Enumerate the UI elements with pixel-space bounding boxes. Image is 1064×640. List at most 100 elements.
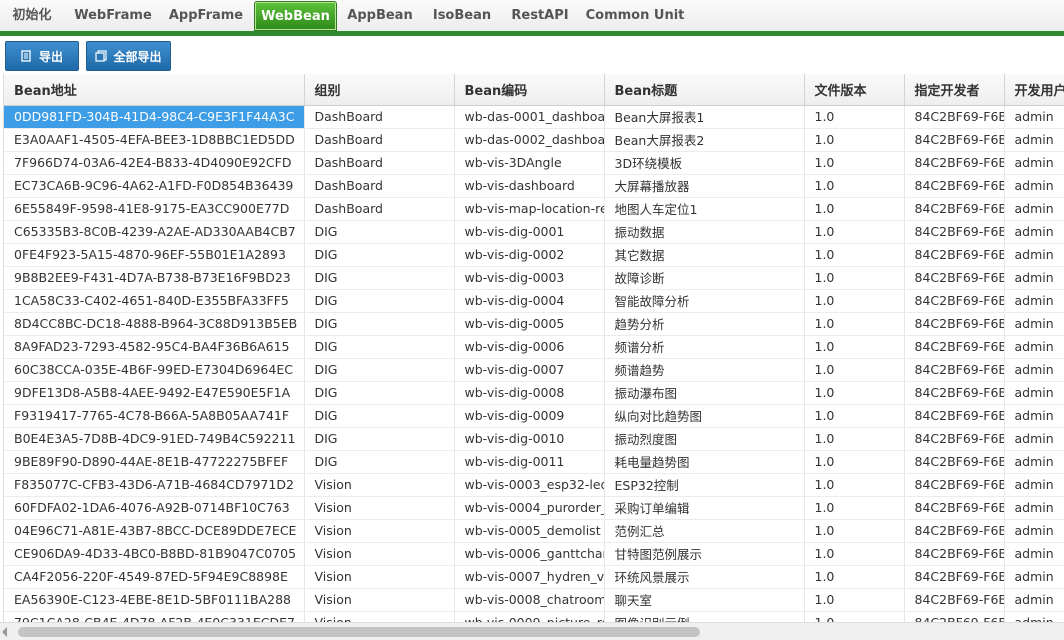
column-header-bean-title[interactable]: Bean标题: [604, 74, 805, 106]
table-row[interactable]: 8D4CC8BC-DC18-4888-B964-3C88D913B5EB DIG w…: [4, 312, 1064, 336]
file-version-cell[interactable]: 1.0: [804, 427, 905, 451]
file-version-cell[interactable]: 1.0: [804, 588, 905, 612]
bean-address-cell[interactable]: 9DFE13D8-A5B8-4AEE-9492-E47E590E5F1A: [4, 381, 305, 405]
table-row[interactable]: 04E96C71-A81E-43B7-8BCC-DCE89DDE7ECE Visi…: [4, 519, 1064, 543]
bean-title-cell[interactable]: Bean大屏报表1: [604, 105, 805, 129]
column-header-dev-user[interactable]: 开发用户: [1004, 74, 1064, 106]
bean-address-cell[interactable]: CA4F2056-220F-4549-87ED-5F94E9C8898E: [4, 565, 305, 589]
bean-address-cell[interactable]: EC73CA6B-9C96-4A62-A1FD-F0D854B36439: [4, 174, 305, 198]
dev-user-cell[interactable]: admin: [1004, 174, 1064, 198]
bean-address-cell[interactable]: 8A9FAD23-7293-4582-95C4-BA4F36B6A615: [4, 335, 305, 359]
group-cell[interactable]: DIG: [304, 450, 455, 474]
developer-cell[interactable]: 84C2BF69-F6B: [904, 358, 1005, 382]
group-cell[interactable]: DIG: [304, 335, 455, 359]
group-cell[interactable]: DashBoard: [304, 197, 455, 221]
developer-cell[interactable]: 84C2BF69-F6B: [904, 289, 1005, 313]
developer-cell[interactable]: 84C2BF69-F6B: [904, 542, 1005, 566]
group-cell[interactable]: DIG: [304, 220, 455, 244]
table-row[interactable]: 0FE4F923-5A15-4870-96EF-55B01E1A2893 DIG w…: [4, 243, 1064, 267]
table-row[interactable]: 79C1CA28-CB4E-4D78-AF2B-4E0C331ECDE7Visi…: [4, 611, 1064, 622]
bean-address-cell[interactable]: 8D4CC8BC-DC18-4888-B964-3C88D913B5EB: [4, 312, 305, 336]
group-cell[interactable]: DIG: [304, 289, 455, 313]
group-cell[interactable]: Vision: [304, 496, 455, 520]
dev-user-cell[interactable]: admin: [1004, 128, 1064, 152]
developer-cell[interactable]: 84C2BF69-F6B: [904, 266, 1005, 290]
file-version-cell[interactable]: 1.0: [804, 404, 905, 428]
bean-address-cell[interactable]: 1CA58C33-C402-4651-840D-E355BFA33FF5: [4, 289, 305, 313]
file-version-cell[interactable]: 1.0: [804, 128, 905, 152]
group-cell[interactable]: DashBoard: [304, 128, 455, 152]
table-row[interactable]: 60FDFA02-1DA6-4076-A92B-0714BF10C763 Visi…: [4, 496, 1064, 520]
dev-user-cell[interactable]: admin: [1004, 197, 1064, 221]
bean-code-cell[interactable]: wb-vis-0004_purorder_e: [454, 496, 605, 520]
file-version-cell[interactable]: 1.0: [804, 151, 905, 175]
file-version-cell[interactable]: 1.0: [804, 243, 905, 267]
tab-appframe[interactable]: AppFrame: [164, 1, 248, 31]
bean-code-cell[interactable]: wb-vis-dig-0006: [454, 335, 605, 359]
developer-cell[interactable]: 84C2BF69-F6B: [904, 174, 1005, 198]
bean-title-cell[interactable]: 耗电量趋势图: [604, 450, 805, 474]
bean-title-cell[interactable]: 大屏幕播放器: [604, 174, 805, 198]
group-cell[interactable]: DIG: [304, 404, 455, 428]
file-version-cell[interactable]: 1.0: [804, 105, 905, 129]
dev-user-cell[interactable]: admin: [1004, 381, 1064, 405]
tab-webbean[interactable]: WebBean: [254, 1, 337, 31]
bean-address-cell[interactable]: 04E96C71-A81E-43B7-8BCC-DCE89DDE7ECE: [4, 519, 305, 543]
table-row[interactable]: 0DD981FD-304B-41D4-98C4-C9E3F1F44A3C Dash…: [4, 105, 1064, 129]
bean-title-cell[interactable]: 图像识别示例: [604, 611, 805, 622]
dev-user-cell[interactable]: admin: [1004, 473, 1064, 497]
bean-code-cell[interactable]: wb-das-0001_dashboard: [454, 105, 605, 129]
bean-address-cell[interactable]: 9BE89F90-D890-44AE-8E1B-47722275BFEF: [4, 450, 305, 474]
tab-init[interactable]: 初始化: [4, 1, 60, 31]
group-cell[interactable]: DashBoard: [304, 105, 455, 129]
scrollbar-thumb[interactable]: [18, 627, 700, 637]
bean-title-cell[interactable]: 范例汇总: [604, 519, 805, 543]
bean-address-cell[interactable]: 60C38CCA-035E-4B6F-99ED-E7304D6964EC: [4, 358, 305, 382]
file-version-cell[interactable]: 1.0: [804, 335, 905, 359]
developer-cell[interactable]: 84C2BF69-F6B: [904, 197, 1005, 221]
dev-user-cell[interactable]: admin: [1004, 358, 1064, 382]
bean-code-cell[interactable]: wb-vis-dig-0001: [454, 220, 605, 244]
bean-address-cell[interactable]: C65335B3-8C0B-4239-A2AE-AD330AAB4CB7: [4, 220, 305, 244]
dev-user-cell[interactable]: admin: [1004, 266, 1064, 290]
developer-cell[interactable]: 84C2BF69-F6B: [904, 588, 1005, 612]
developer-cell[interactable]: 84C2BF69-F6B: [904, 128, 1005, 152]
file-version-cell[interactable]: 1.0: [804, 358, 905, 382]
bean-address-cell[interactable]: F835077C-CFB3-43D6-A71B-4684CD7971D2: [4, 473, 305, 497]
bean-address-cell[interactable]: 79C1CA28-CB4E-4D78-AF2B-4E0C331ECDE7: [4, 611, 305, 622]
group-cell[interactable]: DIG: [304, 427, 455, 451]
group-cell[interactable]: DIG: [304, 312, 455, 336]
tab-isobean[interactable]: IsoBean: [428, 1, 496, 31]
bean-address-cell[interactable]: EA56390E-C123-4EBE-8E1D-5BF0111BA288: [4, 588, 305, 612]
dev-user-cell[interactable]: admin: [1004, 450, 1064, 474]
table-row[interactable]: 7F966D74-03A6-42E4-B833-4D4090E92CFD Dash…: [4, 151, 1064, 175]
developer-cell[interactable]: 84C2BF69-F6B: [904, 427, 1005, 451]
group-cell[interactable]: DashBoard: [304, 151, 455, 175]
bean-title-cell[interactable]: 环统风景展示: [604, 565, 805, 589]
developer-cell[interactable]: 84C2BF69-F6B: [904, 404, 1005, 428]
dev-user-cell[interactable]: admin: [1004, 542, 1064, 566]
dev-user-cell[interactable]: admin: [1004, 243, 1064, 267]
developer-cell[interactable]: 84C2BF69-F6B: [904, 335, 1005, 359]
bean-code-cell[interactable]: wb-vis-0005_demolist: [454, 519, 605, 543]
dev-user-cell[interactable]: admin: [1004, 565, 1064, 589]
bean-title-cell[interactable]: 智能故障分析: [604, 289, 805, 313]
bean-code-cell[interactable]: wb-das-0002_dashboard: [454, 128, 605, 152]
table-row[interactable]: F835077C-CFB3-43D6-A71B-4684CD7971D2 Visi…: [4, 473, 1064, 497]
group-cell[interactable]: DIG: [304, 243, 455, 267]
developer-cell[interactable]: 84C2BF69-F6B: [904, 611, 1005, 622]
bean-title-cell[interactable]: 振动烈度图: [604, 427, 805, 451]
table-row[interactable]: CE906DA9-4D33-4BC0-B8BD-81B9047C0705 Visi…: [4, 542, 1064, 566]
group-cell[interactable]: Vision: [304, 519, 455, 543]
bean-code-cell[interactable]: wb-vis-dig-0007: [454, 358, 605, 382]
bean-code-cell[interactable]: wb-vis-dig-0010: [454, 427, 605, 451]
file-version-cell[interactable]: 1.0: [804, 266, 905, 290]
group-cell[interactable]: Vision: [304, 611, 455, 622]
bean-address-cell[interactable]: 6E55849F-9598-41E8-9175-EA3CC900E77D: [4, 197, 305, 221]
bean-address-cell[interactable]: CE906DA9-4D33-4BC0-B8BD-81B9047C0705: [4, 542, 305, 566]
group-cell[interactable]: Vision: [304, 542, 455, 566]
bean-title-cell[interactable]: 采购订单编辑: [604, 496, 805, 520]
file-version-cell[interactable]: 1.0: [804, 312, 905, 336]
scroll-left-icon[interactable]: [2, 627, 7, 637]
bean-address-cell[interactable]: 7F966D74-03A6-42E4-B833-4D4090E92CFD: [4, 151, 305, 175]
